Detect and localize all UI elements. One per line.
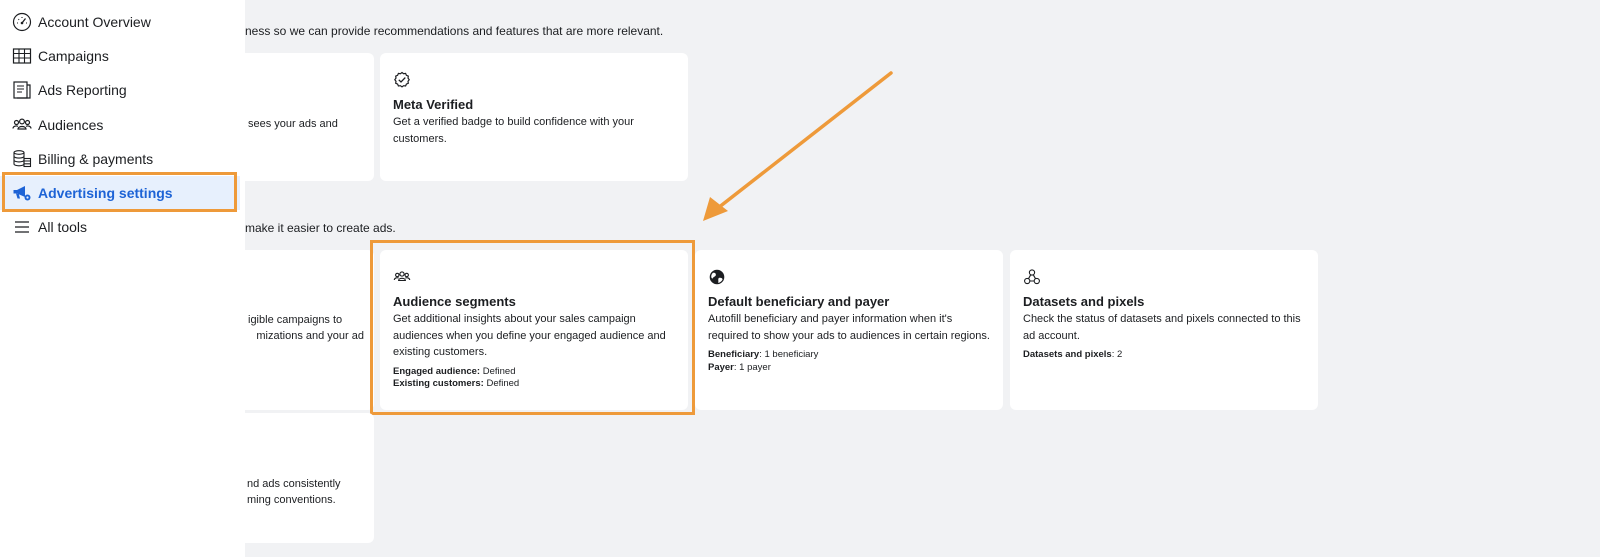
meta-value: Defined — [480, 365, 516, 377]
verified-badge-icon — [394, 71, 410, 88]
meta-label: Existing customers: — [393, 378, 484, 389]
card-meta: Datasets and pixels: 2 — [1023, 349, 1305, 362]
sidebar-item-label: Advertising settings — [38, 185, 173, 201]
partial-card-text: igible campaigns to — [248, 314, 343, 326]
meta-label: Payer — [708, 361, 734, 373]
megaphone-gear-icon — [11, 182, 33, 204]
sidebar-item-label: Billing & payments — [38, 151, 154, 167]
report-document-icon — [11, 79, 33, 101]
ads-section-description: make it easier to create ads. — [245, 221, 396, 235]
card-title: Audience segments — [393, 294, 516, 309]
sidebar-item-label: Account Overview — [38, 14, 151, 30]
sidebar: Account Overview Campaigns Ads Reporting… — [0, 0, 245, 557]
partial-card-text: ming conventions. — [247, 494, 336, 506]
sidebar-item-label: Campaigns — [38, 48, 109, 64]
sidebar-item-advertising-settings[interactable]: Advertising settings — [0, 176, 240, 210]
partial-card-text: mizations and your ad — [256, 330, 364, 342]
meta-value: Defined — [483, 378, 520, 389]
meta-label: Engaged audience: — [393, 365, 481, 377]
sidebar-item-campaigns[interactable]: Campaigns — [0, 39, 240, 73]
card-description: Check the status of datasets and pixels … — [1023, 313, 1301, 342]
partial-card-text: nd ads consistently — [247, 478, 341, 490]
meta-value: : 1 beneficiary — [759, 349, 819, 360]
partial-card-left-top[interactable]: sees your ads and — [230, 53, 374, 181]
sidebar-item-audiences[interactable]: Audiences — [0, 108, 240, 142]
meta-verified-card[interactable]: Meta Verified Get a verified badge to bu… — [380, 53, 688, 181]
partial-card-left-bottom[interactable]: nd ads consistently ming conventions. — [230, 413, 374, 543]
sidebar-item-label: All tools — [38, 219, 88, 235]
card-title: Datasets and pixels — [1023, 294, 1145, 309]
sidebar-item-label: Audiences — [38, 117, 104, 133]
sidebar-item-label: Ads Reporting — [38, 82, 127, 98]
business-section-description: ness so we can provide recommendations a… — [245, 24, 664, 38]
table-grid-icon — [11, 45, 33, 67]
card-description: Get a verified badge to build confidence… — [393, 116, 634, 145]
people-group-icon — [393, 271, 411, 282]
dataset-nodes-icon — [1024, 269, 1040, 285]
card-description: Autofill beneficiary and payer informati… — [708, 313, 990, 342]
sidebar-item-all-tools[interactable]: All tools — [0, 210, 240, 244]
audience-segments-card[interactable]: Audience segments Get additional insight… — [380, 250, 688, 410]
coins-stack-icon — [11, 148, 33, 170]
globe-icon — [709, 269, 725, 285]
datasets-pixels-card[interactable]: Datasets and pixels Check the status of … — [1010, 250, 1318, 410]
default-beneficiary-card[interactable]: Default beneficiary and payer Autofill b… — [695, 250, 1003, 410]
card-title: Default beneficiary and payer — [708, 294, 890, 309]
card-title: Meta Verified — [393, 97, 474, 112]
sidebar-item-billing-payments[interactable]: Billing & payments — [0, 142, 240, 176]
partial-card-text: sees your ads and — [248, 118, 338, 130]
meta-label: Beneficiary — [708, 349, 760, 360]
hamburger-menu-icon — [11, 216, 33, 238]
people-group-icon — [11, 114, 33, 136]
meta-label: Datasets and pixels — [1023, 349, 1112, 360]
card-description: Get additional insights about your sales… — [393, 313, 666, 358]
card-meta: Engaged audience: Defined Existing custo… — [393, 366, 675, 391]
meta-value: : 1 payer — [733, 361, 771, 373]
meta-value: : 2 — [1111, 349, 1123, 360]
card-meta: Beneficiary: 1 beneficiary Payer: 1 paye… — [708, 349, 990, 374]
dashboard-gauge-icon — [11, 11, 33, 33]
sidebar-item-account-overview[interactable]: Account Overview — [0, 5, 240, 39]
partial-card-left-middle[interactable]: igible campaigns to mizations and your a… — [230, 250, 374, 410]
sidebar-item-ads-reporting[interactable]: Ads Reporting — [0, 73, 240, 107]
